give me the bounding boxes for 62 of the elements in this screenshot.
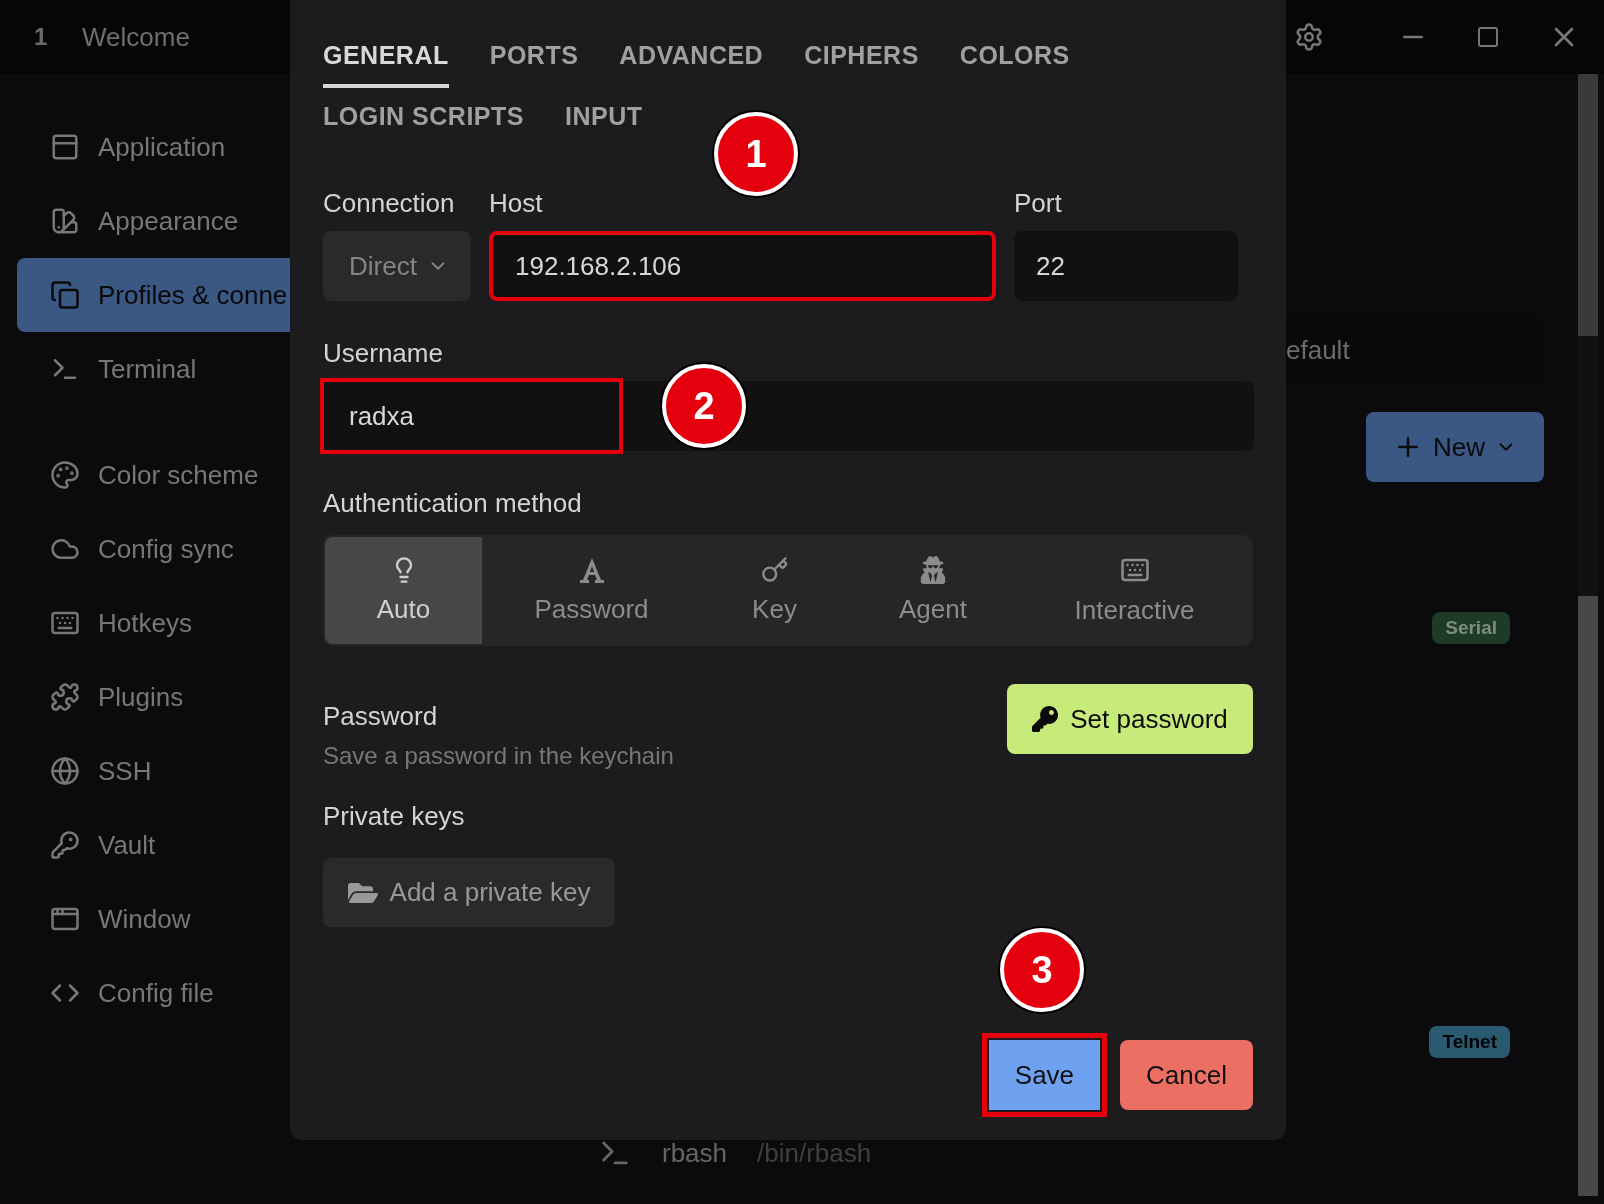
dialog-tab[interactable]: GENERAL — [323, 27, 449, 88]
key-icon — [1032, 706, 1059, 732]
field-label: Connection — [323, 187, 456, 220]
sidebar-item[interactable]: Plugins — [17, 660, 290, 734]
scrollbar[interactable] — [1578, 74, 1598, 1196]
auth-option[interactable]: Key — [701, 537, 848, 644]
add-key-button[interactable]: Add a private key — [323, 858, 615, 927]
section-description: Save a password in the keychain — [323, 742, 674, 770]
section-label: Authentication method — [323, 487, 583, 520]
profile-field[interactable]: efault — [1286, 318, 1544, 382]
scrollbar-thumb[interactable] — [1578, 74, 1598, 336]
menu-item-icon — [50, 460, 80, 490]
menu-item-icon — [50, 756, 80, 786]
dialog-tab[interactable]: COLORS — [959, 27, 1070, 88]
sidebar-item[interactable]: Config file — [17, 956, 290, 1030]
sidebar-item[interactable]: Vault — [17, 808, 290, 882]
profile-tag: Telnet — [1429, 1026, 1510, 1058]
tab-number: 1 — [34, 23, 49, 51]
letter-a-icon — [579, 556, 604, 584]
maximize-icon[interactable] — [1476, 25, 1500, 49]
dialog-tab[interactable]: ADVANCED — [619, 27, 764, 88]
sidebar-item[interactable]: Application — [17, 110, 290, 184]
new-button[interactable]: New — [1366, 412, 1544, 482]
auth-option[interactable]: Auto — [325, 537, 482, 644]
scrollbar-thumb[interactable] — [1578, 596, 1598, 1196]
menu-item-icon — [50, 132, 80, 162]
auth-option[interactable]: Interactive — [1018, 537, 1251, 644]
menu-item-icon — [50, 280, 80, 310]
dialog-tab[interactable]: LOGIN SCRIPTS — [323, 88, 524, 149]
field-label: Port — [1014, 187, 1063, 220]
tab-title[interactable]: Welcome — [82, 21, 190, 53]
auth-option[interactable]: Password — [482, 537, 701, 644]
sidebar-item[interactable]: SSH — [17, 734, 290, 808]
profile-name: rbash — [662, 1137, 728, 1169]
sidebar-item[interactable]: Hotkeys — [17, 586, 290, 660]
dialog-tab[interactable]: CIPHERS — [804, 27, 919, 88]
host-field[interactable]: 192.168.2.106 — [489, 231, 996, 301]
sidebar-item[interactable]: Config sync — [17, 512, 290, 586]
sidebar-item[interactable]: Profiles & conne — [17, 258, 290, 332]
sidebar-item[interactable]: Window — [17, 882, 290, 956]
username-value: radxa — [349, 400, 415, 432]
cancel-button[interactable]: Cancel — [1120, 1040, 1253, 1110]
set-password-button[interactable]: Set password — [1007, 684, 1253, 754]
key-icon — [760, 556, 789, 584]
spy-icon — [919, 556, 947, 584]
dialog-tab[interactable]: PORTS — [489, 27, 579, 88]
settings-icon[interactable] — [1294, 22, 1324, 52]
dialog-tab[interactable]: INPUT — [564, 88, 643, 149]
sidebar-item[interactable]: Appearance — [17, 184, 290, 258]
field-label: Username — [323, 337, 444, 370]
menu-item-icon — [50, 206, 80, 236]
connection-select[interactable]: Direct — [323, 231, 471, 301]
auth-option[interactable]: Agent — [848, 537, 1018, 644]
field-label: Host — [489, 187, 544, 220]
sidebar-item[interactable]: Terminal — [17, 332, 290, 406]
section-title: Password — [323, 700, 439, 733]
menu-item-icon — [50, 830, 80, 860]
section-title: Private keys — [323, 800, 466, 833]
port-field[interactable]: 22 — [1014, 231, 1238, 301]
menu-item-icon — [50, 682, 80, 712]
profile-tag: Serial — [1432, 612, 1510, 644]
sidebar-item[interactable]: Color scheme — [17, 438, 290, 512]
